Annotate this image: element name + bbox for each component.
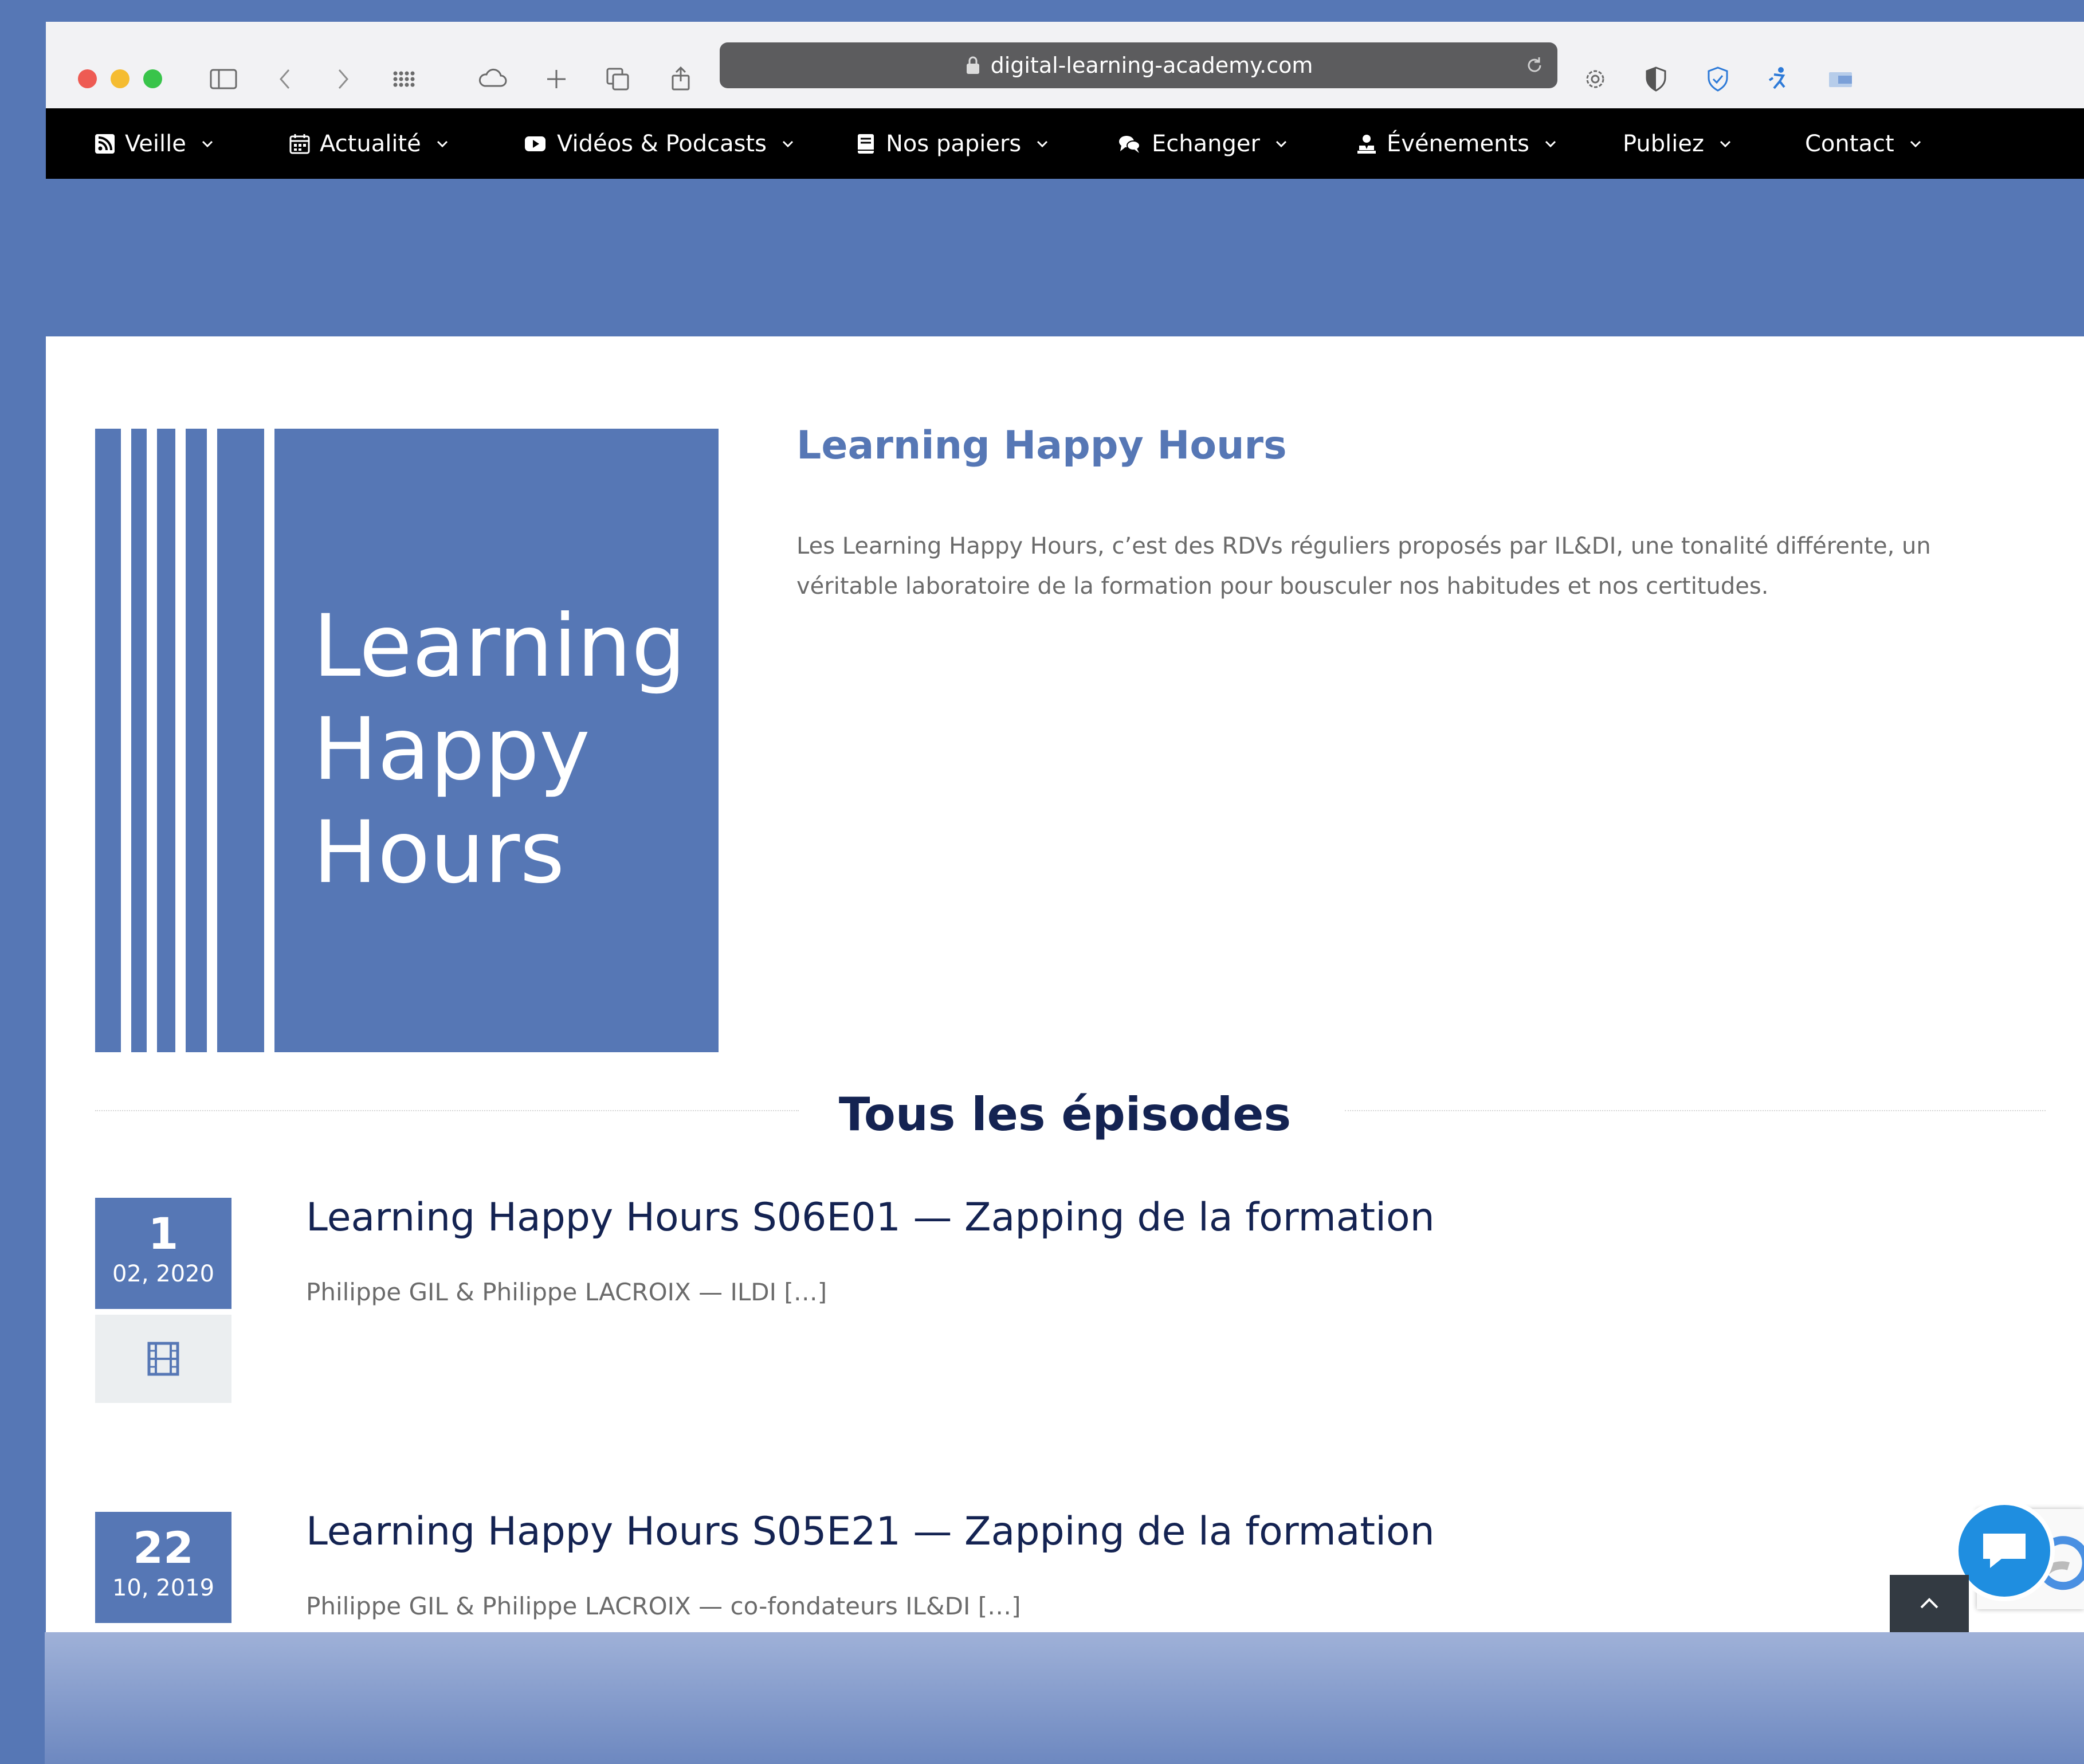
minimize-window-button[interactable] [111,69,129,88]
episode-day: 1 [148,1208,179,1259]
nav-label: Actualité [320,130,421,157]
chevron-down-icon [1275,140,1286,147]
presenter-icon [1357,134,1376,154]
film-icon [147,1342,179,1376]
chat-bubble-icon [1983,1534,2026,1568]
nav-label: Publiez [1623,130,1704,157]
youtube-icon [525,136,545,151]
episodes-heading: Tous les épisodes [838,1088,1292,1141]
nav-label: Veille [125,130,186,157]
extension-window-icon[interactable] [1824,63,1857,95]
nav-label: Nos papiers [886,130,1022,157]
nav-label: Vidéos & Podcasts [557,130,767,157]
podcast-description: Les Learning Happy Hours, c’est des RDVs… [796,533,1931,599]
episode-month-year: 02, 2020 [112,1261,215,1287]
settings-gear-icon[interactable] [1579,63,1611,95]
episode-day: 22 [133,1522,194,1573]
nav-item-nos-papiers[interactable]: Nos papiers [855,108,1050,179]
chevron-down-icon [202,140,213,147]
share-icon[interactable] [665,63,697,95]
apps-grid-icon[interactable] [387,63,419,95]
episode-month-year: 10, 2019 [112,1575,215,1601]
chevron-down-icon [437,140,448,147]
url-text: digital-learning-academy.com [990,53,1313,78]
nav-item-actualite[interactable]: Actualité [289,108,450,179]
chevron-down-icon [782,140,794,147]
new-tab-icon[interactable] [540,63,572,95]
scroll-to-top-button[interactable] [1890,1575,1969,1632]
podcast-cover-image: Learning Happy Hours [95,429,719,1052]
icloud-icon[interactable] [477,63,509,95]
chevron-up-icon [1920,1598,1938,1609]
rss-icon [95,134,115,154]
cover-title: Learning Happy Hours [313,597,686,903]
nav-label: Contact [1805,130,1894,157]
sidebar-toggle-icon[interactable] [207,63,240,95]
nav-item-contact[interactable]: Contact [1805,108,1923,179]
site-navigation: Veille Actualité Vidéos & Podcasts Nos p… [46,108,2084,179]
episode-excerpt: Philippe GIL & Philippe LACROIX — co-fon… [306,1592,1021,1620]
nav-label: Echanger [1152,130,1260,157]
close-window-button[interactable] [78,69,97,88]
verified-shield-icon[interactable] [1702,63,1734,95]
nav-item-videos-podcasts[interactable]: Vidéos & Podcasts [523,108,795,179]
nav-label: Événements [1387,130,1529,157]
book-icon [858,134,874,154]
extension-runner-icon[interactable] [1763,63,1795,95]
nav-item-evenements[interactable]: Événements [1356,108,1558,179]
episode-title-link[interactable]: Learning Happy Hours S06E01 — Zapping de… [306,1195,1435,1240]
chevron-down-icon [1037,140,1048,147]
chevron-down-icon [1720,140,1731,147]
privacy-shield-icon[interactable] [1640,63,1672,95]
browser-window: digital-learning-academy.com Veille Actu… [46,22,2084,1632]
episode-date-badge: 1 02, 2020 [95,1198,231,1309]
back-icon[interactable] [269,63,301,95]
reload-icon[interactable] [1523,54,1546,77]
tab-overview-icon[interactable] [602,63,634,95]
episode-excerpt: Philippe GIL & Philippe LACROIX — ILDI [… [306,1278,827,1306]
calendar-icon [289,134,310,154]
nav-item-veille[interactable]: Veille [94,108,215,179]
zoom-window-button[interactable] [143,69,162,88]
episode-type-badge [95,1315,231,1403]
window-reflection [45,1632,2084,1764]
episode-date-badge: 22 10, 2019 [95,1512,231,1623]
nav-item-publiez[interactable]: Publiez [1623,108,1733,179]
episode-title-link[interactable]: Learning Happy Hours S05E21 — Zapping de… [306,1509,1435,1554]
nav-item-echanger[interactable]: Echanger [1116,108,1289,179]
podcast-title: Learning Happy Hours [796,423,1287,468]
comments-icon [1119,135,1140,153]
browser-toolbar: digital-learning-academy.com [46,22,2084,109]
lock-icon [966,56,979,74]
chevron-down-icon [1910,140,1921,147]
forward-icon[interactable] [327,63,359,95]
address-bar[interactable]: digital-learning-academy.com [720,42,1557,88]
page-banner [46,179,2084,336]
chat-widget-button[interactable] [1954,1500,2055,1601]
chevron-down-icon [1545,140,1556,147]
